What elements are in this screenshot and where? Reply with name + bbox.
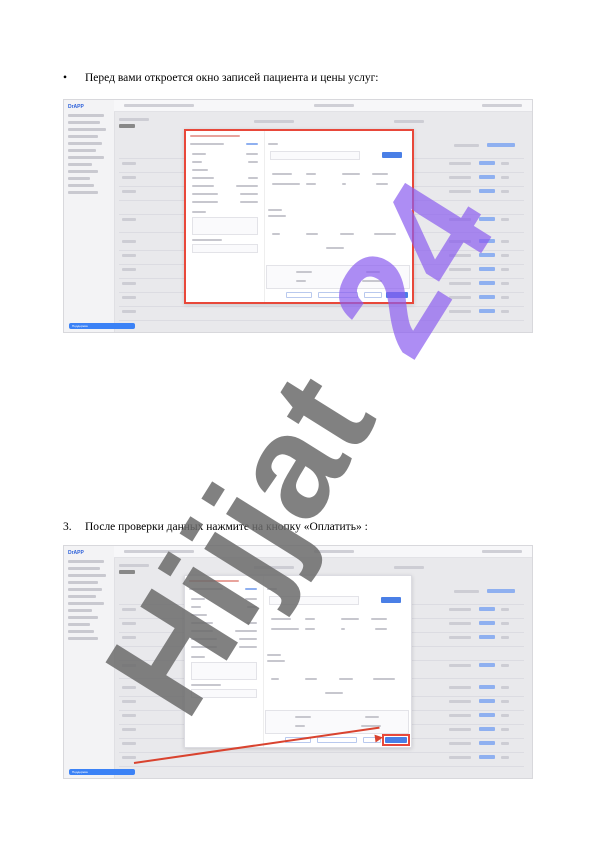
screenshot-pay-step: DrAPP Поддержка <box>63 545 533 779</box>
pay-button[interactable] <box>386 292 408 298</box>
sidebar-item[interactable] <box>68 177 90 180</box>
brand-logo: DrAPP <box>68 550 84 556</box>
patient-info-panel <box>185 576 264 747</box>
brand-logo: DrAPP <box>68 104 84 110</box>
sidebar-item[interactable] <box>68 616 98 619</box>
sidebar-item[interactable] <box>68 170 98 173</box>
sidebar-item[interactable] <box>68 135 98 138</box>
sidebar-item[interactable] <box>68 121 100 124</box>
help-button[interactable]: Поддержка <box>69 769 135 775</box>
sidebar-item[interactable] <box>68 128 106 131</box>
sidebar-item[interactable] <box>68 184 94 187</box>
sidebar-item[interactable] <box>68 588 102 591</box>
modal-action-button[interactable] <box>318 292 358 298</box>
sidebar-item[interactable] <box>68 163 92 166</box>
patient-records-modal <box>184 129 414 304</box>
screenshot-patient-records: DrAPP Поддержка <box>63 99 533 333</box>
sidebar-item[interactable] <box>68 602 104 605</box>
top-bar <box>114 546 532 558</box>
sidebar-item[interactable] <box>68 114 104 117</box>
sidebar-item[interactable] <box>68 191 98 194</box>
sidebar: DrAPP Поддержка <box>64 100 135 332</box>
sidebar-item[interactable] <box>68 567 100 570</box>
sidebar-item[interactable] <box>68 142 102 145</box>
sidebar: DrAPP Поддержка <box>64 546 135 778</box>
modal-action-button[interactable] <box>317 737 357 743</box>
intro-text: Перед вами откроется окно записей пациен… <box>85 72 379 84</box>
step-text: После проверки данных нажмите на кнопку … <box>85 521 368 533</box>
sidebar-item[interactable] <box>68 581 98 584</box>
sidebar-item[interactable] <box>68 637 98 640</box>
bullet-line: • Перед вами откроется окно записей пацие… <box>63 72 379 84</box>
add-service-button[interactable] <box>381 597 401 603</box>
add-service-button[interactable] <box>382 152 402 158</box>
step-line: 3. После проверки данных нажмите на кнопк… <box>63 521 368 533</box>
sidebar-item[interactable] <box>68 630 94 633</box>
bullet-marker: • <box>63 72 68 84</box>
sidebar-item[interactable] <box>68 156 104 159</box>
help-button[interactable]: Поддержка <box>69 323 135 329</box>
step-number: 3. <box>63 521 72 533</box>
sidebar-item[interactable] <box>68 574 106 577</box>
cancel-button[interactable] <box>364 292 382 298</box>
sidebar-item[interactable] <box>68 623 90 626</box>
sidebar-item[interactable] <box>68 149 96 152</box>
pay-button-highlight <box>382 734 410 746</box>
patient-records-modal <box>184 575 412 748</box>
sidebar-item[interactable] <box>68 595 96 598</box>
top-bar <box>114 100 532 112</box>
sidebar-item[interactable] <box>68 609 92 612</box>
sidebar-item[interactable] <box>68 560 104 563</box>
modal-action-button[interactable] <box>286 292 312 298</box>
pointer-arrow-head <box>374 733 384 743</box>
patient-info-panel <box>186 131 265 302</box>
